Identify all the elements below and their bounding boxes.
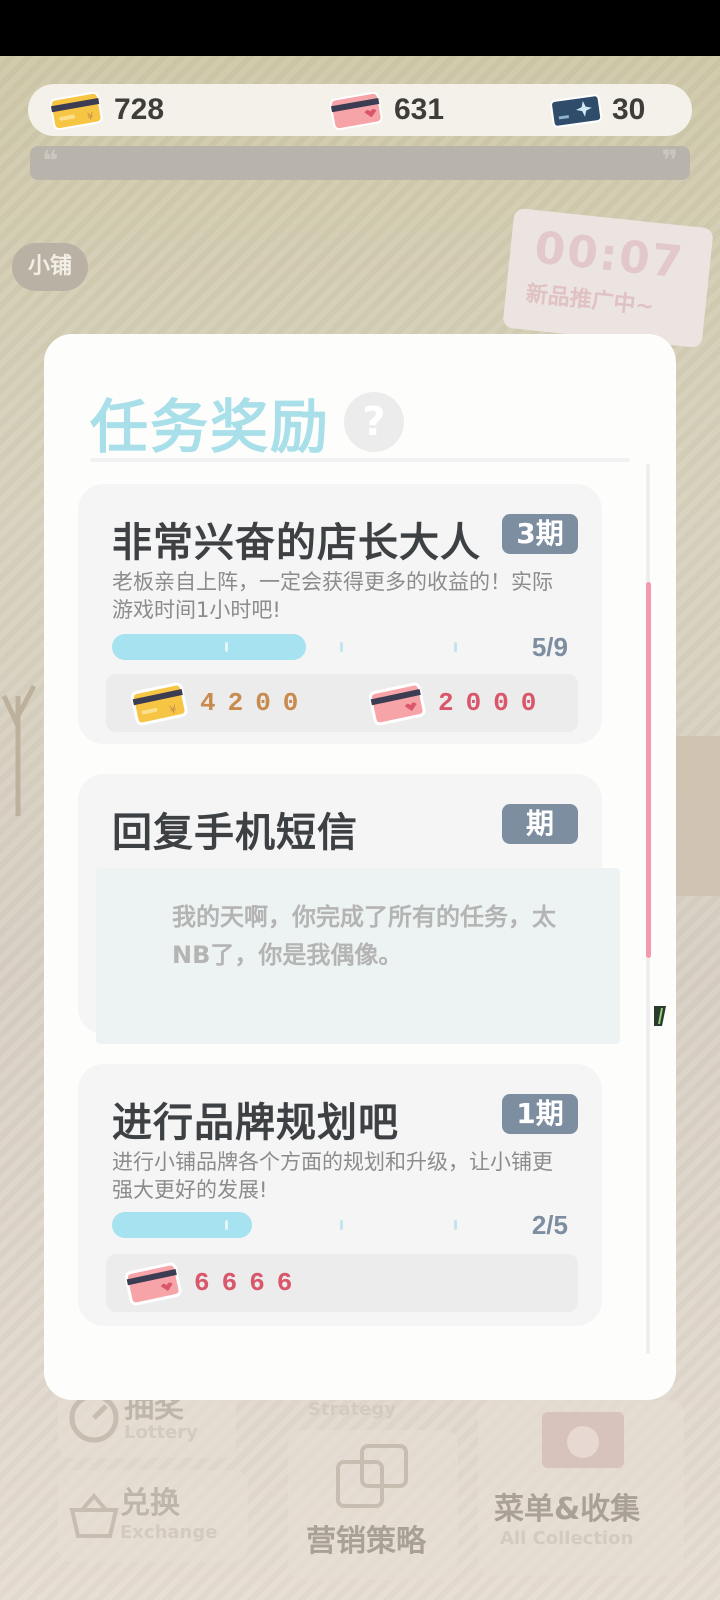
task-title: 非常兴奋的店长大人 [112, 520, 481, 566]
reward-amount: 6666 [194, 1268, 305, 1298]
task-description: 老板亲自上阵，一定会获得更多的收益的！实际游戏时间1小时吧! [112, 570, 553, 622]
pink-card-icon [124, 1262, 182, 1306]
progress-tick [454, 1220, 457, 1230]
progress-count: 5/9 [531, 632, 568, 662]
reward-item: 6666 [124, 1254, 304, 1312]
progress-tick [225, 642, 228, 652]
gold-card-icon: ¥ [49, 91, 103, 130]
reward-item: ¥ 4200 [130, 674, 310, 732]
progress-fill [112, 1212, 252, 1238]
message-bubble[interactable]: 我的天啊，你完成了所有的任务，太NB了，你是我偶像。 [96, 868, 620, 1044]
task-card[interactable]: 非常兴奋的店长大人 3期 老板亲自上阵，一定会获得更多的收益的！实际游戏时间1小… [78, 484, 602, 744]
reward-row: 6666 [106, 1254, 578, 1312]
progress-tick [340, 642, 343, 652]
progress-tick [340, 1220, 343, 1230]
basket-icon [69, 1492, 119, 1538]
exchange-button[interactable]: 兑换 Exchange [58, 1470, 248, 1562]
menu-collection-button[interactable]: 菜单&收集 All Collection [478, 1400, 684, 1576]
pink-card-icon [368, 682, 426, 726]
currency-bar: ¥ 728 631 30 [28, 84, 692, 136]
shop-tag[interactable]: 小铺 [12, 243, 88, 291]
promo-card[interactable]: 00:07 新品推广中~ [502, 207, 714, 349]
marketing-icon [336, 1444, 408, 1508]
reward-item: 2000 [368, 674, 548, 732]
pink-currency-value: 631 [394, 93, 445, 126]
progress-tick [454, 642, 457, 652]
task-progress-bar [112, 634, 462, 660]
period-badge: 3期 [502, 514, 578, 554]
scrollbar-thumb[interactable] [646, 582, 651, 958]
gold-card-icon: ¥ [130, 682, 188, 726]
task-card[interactable]: 进行品牌规划吧 1期 进行小铺品牌各个方面的规划和升级，让小铺更强大更好的发展!… [78, 1064, 602, 1326]
help-icon[interactable]: ? [344, 392, 404, 452]
modal-title: 任务奖励 [90, 393, 331, 461]
message-text: 我的天啊，你完成了所有的任务，太NB了，你是我偶像。 [172, 903, 556, 969]
ticket-currency: 30 [550, 84, 645, 136]
cooking-pot-icon [542, 1412, 624, 1468]
task-description: 进行小铺品牌各个方面的规划和升级，让小铺更强大更好的发展! [112, 1150, 553, 1202]
quote-close-icon: ❞ [661, 144, 678, 177]
pink-card-icon [329, 91, 383, 130]
task-progress-bar [112, 1212, 462, 1238]
reward-amount: 4200 [200, 688, 311, 718]
progress-count: 2/5 [531, 1210, 568, 1240]
blue-ticket-icon [550, 94, 602, 128]
period-badge: 期 [502, 804, 578, 844]
progress-fill [112, 634, 306, 660]
task-title: 进行品牌规划吧 [112, 1100, 399, 1146]
pink-currency: 631 [328, 84, 444, 136]
status-bar [0, 0, 720, 56]
task-title: 回复手机短信 [112, 810, 358, 856]
quote-open-icon: ❝ [42, 144, 59, 177]
progress-tick [225, 1220, 228, 1230]
gold-currency-value: 728 [114, 93, 165, 126]
marketing-strategy-button[interactable]: 营销策略 [288, 1430, 458, 1580]
period-badge: 1期 [502, 1094, 578, 1134]
reward-row: ¥ 4200 2000 [106, 674, 578, 732]
reward-amount: 2000 [438, 688, 549, 718]
flag-icon [654, 1006, 666, 1026]
title-divider [90, 458, 630, 462]
ticket-currency-value: 30 [612, 93, 646, 126]
gold-currency: ¥ 728 [48, 84, 164, 136]
quote-bar: ❝ ❞ [30, 144, 690, 180]
task-reward-modal: 任务奖励 ? 非常兴奋的店长大人 3期 老板亲自上阵，一定会获得更多的收益的！实… [44, 334, 676, 1400]
